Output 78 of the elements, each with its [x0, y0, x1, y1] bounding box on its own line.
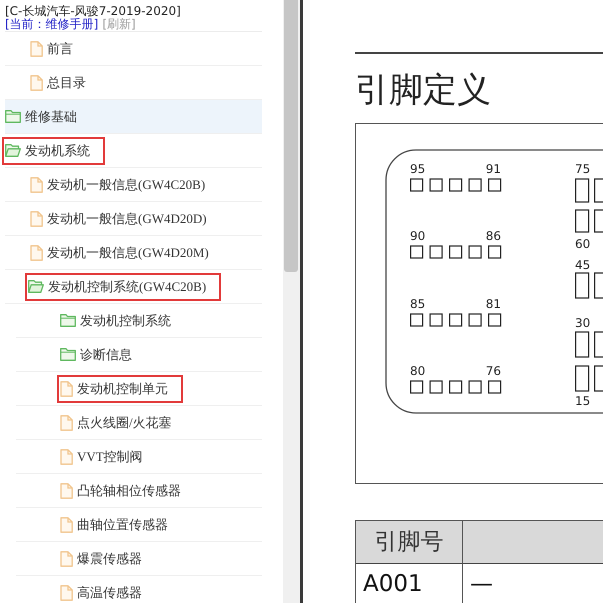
file-icon	[60, 448, 73, 464]
tree-item[interactable]: 凸轮轴相位传感器	[16, 474, 262, 508]
pin-number: 60	[575, 237, 590, 251]
table-header-cell: 引脚号	[356, 521, 463, 564]
file-icon	[60, 482, 73, 498]
file-icon	[60, 414, 73, 430]
pin-slot	[449, 178, 462, 192]
pin-number: 15	[575, 394, 590, 408]
pin-slot	[430, 380, 443, 394]
pin-slot	[468, 313, 482, 327]
file-icon	[60, 550, 73, 566]
pin-slot	[594, 178, 603, 203]
pin-number: 75	[575, 162, 590, 176]
pin-number: 86	[486, 229, 501, 243]
scrollbar-thumb[interactable]	[284, 0, 298, 272]
tree-item[interactable]: 发动机系统	[5, 134, 262, 168]
pin-number: 45	[575, 258, 590, 272]
file-icon	[60, 380, 73, 396]
pin-slot	[594, 365, 603, 392]
pin-slot	[468, 178, 482, 192]
table-cell: A001	[356, 564, 463, 603]
pin-number: 81	[486, 297, 501, 311]
pin-slot	[488, 313, 502, 327]
tree-item[interactable]: 诊断信息	[16, 338, 262, 372]
file-icon	[60, 516, 73, 532]
pin-slot	[449, 313, 462, 327]
pin-slot	[488, 380, 502, 394]
pin-number: 80	[410, 364, 426, 378]
pin-slot	[430, 313, 443, 327]
pin-slot	[449, 380, 462, 394]
pin-number: 30	[575, 316, 590, 330]
pin-slot	[410, 245, 424, 259]
tree-item[interactable]: 维修基础	[5, 100, 262, 134]
current-section-label: [当前：维修手册]	[5, 18, 98, 31]
file-icon	[30, 210, 43, 226]
pin-slot	[488, 245, 502, 259]
tree-item[interactable]: VVT控制阀	[16, 440, 262, 474]
file-icon	[30, 40, 43, 56]
pin-slot	[594, 209, 603, 233]
tree-item[interactable]: 发动机控制系统(GW4C20B)	[5, 270, 262, 304]
pin-number: 76	[486, 364, 501, 378]
pin-slot	[410, 313, 424, 327]
page-title: 引脚定义	[355, 70, 492, 110]
pin-slot	[594, 272, 603, 299]
tree-item[interactable]: 发动机控制单元	[16, 372, 262, 406]
table-cell-text: —	[469, 570, 494, 599]
pin-slot	[575, 209, 590, 233]
pin-number: 90	[410, 229, 426, 243]
pin-slot	[575, 272, 590, 299]
pin-slot	[488, 178, 502, 192]
pin-slot	[468, 245, 482, 259]
tree-item[interactable]: 发动机一般信息(GW4D20D)	[5, 202, 262, 236]
file-icon	[60, 584, 73, 600]
pin-slot	[575, 178, 590, 203]
tree-item[interactable]: 爆震传感器	[16, 542, 262, 576]
tree-item[interactable]: 发动机一般信息(GW4D20M)	[5, 236, 262, 270]
pin-number: 91	[486, 162, 501, 176]
pin-slot	[430, 178, 443, 192]
pin-number: 95	[410, 162, 426, 176]
tree-item[interactable]: 高温传感器	[16, 576, 262, 603]
file-icon	[30, 74, 43, 90]
tree-item[interactable]: 前言	[5, 32, 262, 66]
tree-item[interactable]: 曲轴位置传感器	[16, 508, 262, 542]
pin-slot	[575, 365, 590, 392]
pin-slot	[410, 178, 424, 192]
file-icon	[30, 244, 43, 260]
pin-number: 85	[410, 297, 426, 311]
file-icon	[30, 176, 43, 192]
tree-item[interactable]: 发动机控制系统	[16, 304, 262, 338]
pin-slot	[468, 380, 482, 394]
pin-slot	[575, 331, 590, 358]
pin-slot	[449, 245, 462, 259]
catalog-title: [C-长城汽车-风骏7-2019-2020]	[5, 5, 182, 18]
tree-item[interactable]: 点火线圈/火花塞	[16, 406, 262, 440]
pin-slot	[430, 245, 443, 259]
pin-slot	[594, 331, 603, 358]
tree-item[interactable]: 发动机一般信息(GW4C20B)	[5, 168, 262, 202]
pin-slot	[410, 380, 424, 394]
